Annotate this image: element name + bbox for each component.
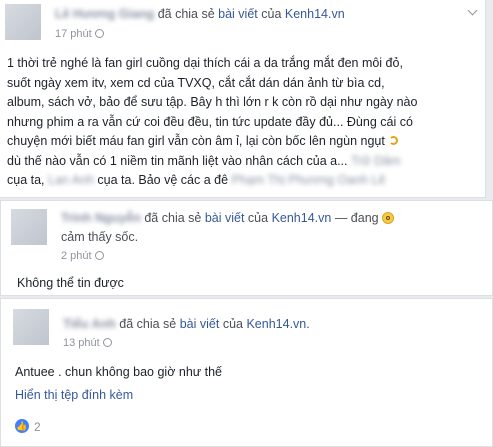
- connector-text: của: [222, 317, 243, 331]
- like-count[interactable]: 2: [34, 420, 41, 434]
- object-link[interactable]: bài viết: [218, 7, 258, 21]
- action-text: đã chia sẻ: [157, 7, 215, 21]
- timestamp[interactable]: 13 phút: [63, 337, 112, 349]
- action-text: đã chia sẻ: [144, 211, 202, 225]
- shocked-emoji-icon: [382, 212, 395, 224]
- action-text: đã chia sẻ: [119, 317, 177, 331]
- post-header: Tiểu Anh đã chia sẻ bài viết của Kenh14.…: [63, 317, 310, 331]
- feed-post: Lê Hương Giang đã chia sẻ bài viết của K…: [0, 0, 486, 198]
- connector-text: của: [247, 211, 269, 225]
- object-link[interactable]: bài viết: [180, 317, 220, 331]
- author-name[interactable]: Tiểu Anh: [63, 317, 116, 331]
- chevron-down-icon[interactable]: [467, 7, 477, 17]
- post-body: 1 thời trẻ nghé là fan girl cuồng dại th…: [7, 54, 417, 191]
- timestamp[interactable]: 17 phút: [55, 28, 104, 40]
- show-attachment-link[interactable]: Hiển thị tệp đính kèm: [15, 388, 133, 402]
- post-header: Trinh Nguyễn đã chia sẻ bài viết của Ken…: [61, 211, 395, 225]
- feed-post: Trinh Nguyễn đã chia sẻ bài viết của Ken…: [0, 200, 493, 296]
- object-link[interactable]: bài viết: [205, 211, 245, 225]
- connector-text: của: [261, 7, 282, 21]
- feeling-prefix: — đang: [334, 211, 379, 225]
- timestamp[interactable]: 2 phút: [61, 250, 104, 262]
- avatar[interactable]: [5, 4, 41, 40]
- post-body: Không thể tin được: [17, 276, 124, 290]
- page-link[interactable]: Kenh14.vn.: [246, 317, 309, 331]
- like-reaction-icon[interactable]: 👍: [15, 419, 29, 433]
- post-header: Lê Hương Giang đã chia sẻ bài viết của K…: [55, 7, 345, 21]
- globe-icon: [94, 29, 104, 38]
- tagged-name[interactable]: Lan Anh: [48, 171, 94, 191]
- avatar[interactable]: [13, 309, 49, 345]
- page-link[interactable]: Kenh14.vn: [272, 211, 332, 225]
- feed-post: Tiểu Anh đã chia sẻ bài viết của Kenh14.…: [0, 298, 493, 447]
- author-name[interactable]: Trinh Nguyễn: [61, 211, 141, 225]
- globe-icon: [94, 251, 104, 260]
- avatar[interactable]: [11, 209, 47, 245]
- tagged-name[interactable]: Trữ Dâm: [351, 152, 401, 172]
- tagged-name[interactable]: Phạm Thị Phương Oanh Lê: [232, 171, 386, 191]
- author-name[interactable]: Lê Hương Giang: [55, 7, 154, 21]
- feeling-text: cảm thấy sốc.: [61, 230, 139, 244]
- post-body: Antuee . chun không bao giờ như thế: [15, 365, 222, 379]
- emoji-icon: [388, 135, 400, 147]
- globe-icon: [102, 338, 112, 347]
- page-link[interactable]: Kenh14.vn: [285, 7, 345, 21]
